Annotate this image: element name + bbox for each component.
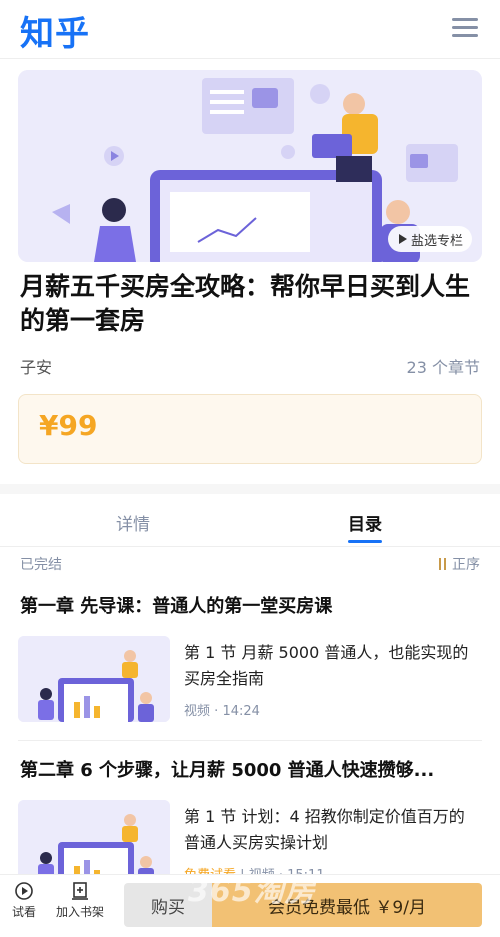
tab-divider bbox=[0, 546, 500, 547]
lesson-duration: 14:24 bbox=[222, 704, 260, 719]
menu-icon[interactable] bbox=[452, 18, 478, 38]
author-name[interactable]: 子安 bbox=[20, 354, 52, 378]
add-to-shelf-button[interactable]: 加入书架 bbox=[54, 881, 106, 920]
sort-toggle[interactable]: 正序 bbox=[438, 554, 480, 574]
trial-label: 试看 bbox=[11, 905, 36, 919]
lesson-type: 视频 bbox=[184, 704, 211, 719]
column-badge: 盐选专栏 bbox=[387, 226, 472, 252]
chapter-title[interactable]: 第二章 6 个步骤，让月薪 5000 普通人快速攒够... bbox=[20, 756, 480, 782]
course-banner: 盐选专栏 bbox=[18, 70, 482, 262]
chapter-title[interactable]: 第一章 先导课：普通人的第一堂买房课 bbox=[20, 592, 480, 618]
top-bar: 知乎 bbox=[0, 0, 500, 59]
tab-catalog[interactable]: 目录 bbox=[348, 510, 382, 535]
lesson-thumbnail bbox=[18, 636, 170, 722]
price: ¥99 bbox=[39, 409, 98, 442]
lesson-title: 第 1 节 月薪 5000 普通人，也能实现的买房全指南 bbox=[184, 643, 469, 688]
completion-status: 已完结 bbox=[20, 557, 62, 573]
price-box: ¥99 bbox=[18, 394, 482, 464]
meta-separator: · bbox=[214, 704, 219, 719]
trial-button[interactable]: 试看 bbox=[10, 881, 38, 920]
sort-icon bbox=[438, 557, 448, 571]
zhihu-logo[interactable]: 知乎 bbox=[20, 6, 90, 55]
badge-label: 盐选专栏 bbox=[410, 233, 463, 249]
list-item[interactable]: 第 1 节 月薪 5000 普通人，也能实现的买房全指南 视频 · 14:24 bbox=[18, 636, 482, 726]
section-divider bbox=[0, 484, 500, 494]
course-title: 月薪五千买房全攻略：帮你早日买到人生的第一套房 bbox=[20, 272, 471, 335]
watermark: 365淘房 bbox=[188, 874, 316, 909]
active-tab-indicator bbox=[348, 540, 382, 543]
lesson-meta: 视频 · 14:24 bbox=[184, 700, 260, 719]
chapter-count: 23 个章节 bbox=[406, 358, 480, 377]
item-separator bbox=[18, 740, 482, 741]
shelf-label: 加入书架 bbox=[55, 905, 104, 919]
bookshelf-add-icon bbox=[72, 882, 88, 900]
lesson-title: 第 1 节 计划：4 招教你制定价值百万的普通人买房实操计划 bbox=[184, 807, 465, 852]
tab-details[interactable]: 详情 bbox=[116, 510, 150, 535]
sort-label: 正序 bbox=[452, 557, 480, 573]
play-icon bbox=[398, 234, 407, 244]
play-circle-icon bbox=[15, 882, 33, 900]
